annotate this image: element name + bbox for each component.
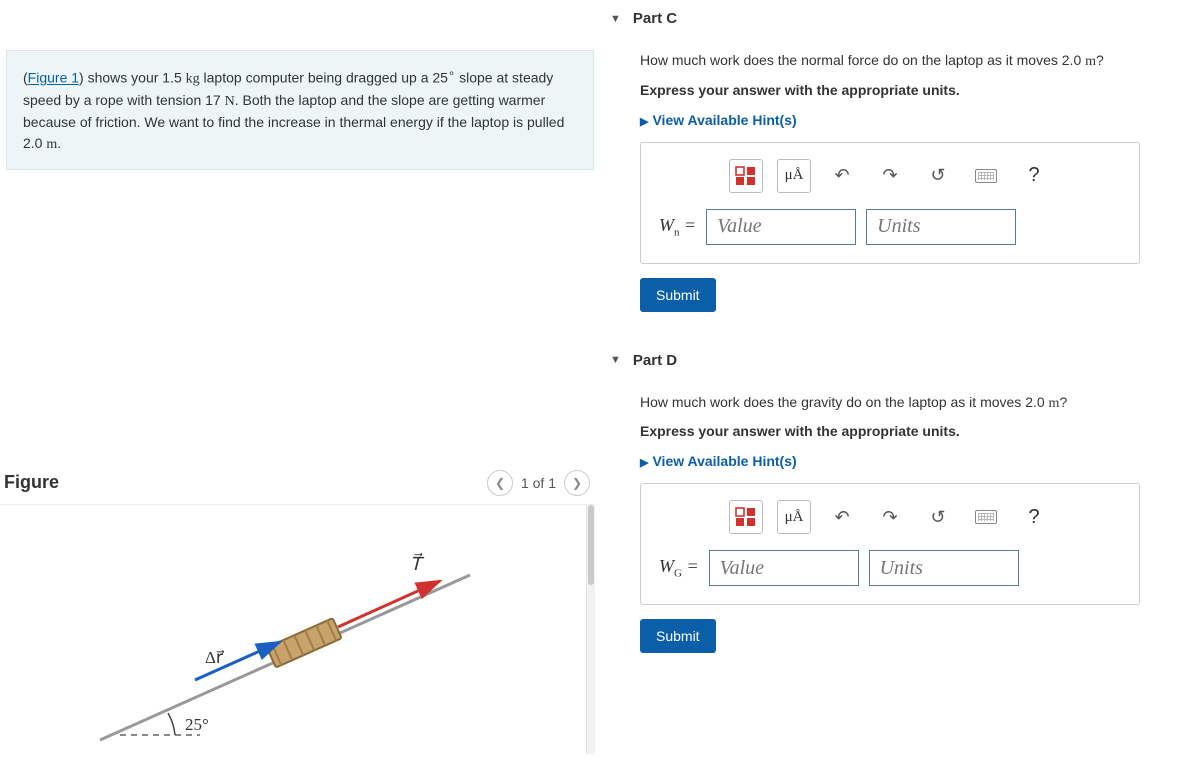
part-c-submit-button[interactable]: Submit bbox=[640, 278, 716, 312]
angle-label: 25° bbox=[185, 715, 209, 734]
undo-button[interactable]: ↶ bbox=[825, 159, 859, 193]
undo-button[interactable]: ↶ bbox=[825, 500, 859, 534]
redo-button[interactable]: ↷ bbox=[873, 159, 907, 193]
figure-title: Figure bbox=[4, 472, 59, 493]
part-d: ▼ Part D How much work does the gravity … bbox=[610, 342, 1180, 654]
templates-button[interactable] bbox=[729, 159, 763, 193]
part-d-value-input[interactable] bbox=[709, 550, 859, 586]
figure-svg: 25° bbox=[0, 505, 580, 755]
part-c-value-input[interactable] bbox=[706, 209, 856, 245]
part-c: ▼ Part C How much work does the normal f… bbox=[610, 0, 1180, 312]
part-c-header[interactable]: ▼ Part C bbox=[610, 0, 1180, 37]
part-d-units-input[interactable] bbox=[869, 550, 1019, 586]
figure-counter: 1 of 1 bbox=[521, 475, 556, 491]
problem-statement: (Figure 1) shows your 1.5 kg laptop comp… bbox=[6, 50, 594, 170]
figure-scrollbar[interactable] bbox=[586, 505, 595, 754]
triangle-right-icon: ▶ bbox=[640, 457, 648, 469]
part-c-question: How much work does the normal force do o… bbox=[640, 51, 1180, 72]
templates-button[interactable] bbox=[729, 500, 763, 534]
figure-prev-button[interactable]: ❮ bbox=[487, 470, 513, 496]
figure-link[interactable]: Figure 1 bbox=[28, 70, 79, 86]
chevron-down-icon: ▼ bbox=[610, 13, 621, 25]
part-d-hints-toggle[interactable]: ▶View Available Hint(s) bbox=[640, 453, 1180, 469]
chevron-down-icon: ▼ bbox=[610, 354, 621, 366]
delta-r-label: Δr⃗ bbox=[205, 648, 225, 667]
keyboard-button[interactable] bbox=[969, 159, 1003, 193]
redo-button[interactable]: ↷ bbox=[873, 500, 907, 534]
help-button[interactable]: ? bbox=[1017, 159, 1051, 193]
part-c-hints-toggle[interactable]: ▶View Available Hint(s) bbox=[640, 112, 1180, 128]
part-c-title: Part C bbox=[633, 10, 677, 27]
part-d-question: How much work does the gravity do on the… bbox=[640, 393, 1180, 414]
keyboard-button[interactable] bbox=[969, 500, 1003, 534]
part-d-instruction: Express your answer with the appropriate… bbox=[640, 423, 1180, 439]
tension-label: T⃗ bbox=[410, 552, 425, 573]
part-d-submit-button[interactable]: Submit bbox=[640, 619, 716, 653]
figure-next-button[interactable]: ❯ bbox=[564, 470, 590, 496]
reset-button[interactable]: ↺ bbox=[921, 159, 955, 193]
units-button[interactable]: μÅ bbox=[777, 500, 811, 534]
part-d-variable: WG = bbox=[659, 556, 699, 580]
part-c-answer-box: μÅ ↶ ↷ ↺ ? Wn = bbox=[640, 142, 1140, 264]
part-d-title: Part D bbox=[633, 352, 677, 369]
reset-button[interactable]: ↺ bbox=[921, 500, 955, 534]
figure-panel: Figure ❮ 1 of 1 ❯ 25° bbox=[0, 470, 600, 754]
part-c-units-input[interactable] bbox=[866, 209, 1016, 245]
triangle-right-icon: ▶ bbox=[640, 116, 648, 128]
part-c-variable: Wn = bbox=[659, 215, 696, 239]
help-button[interactable]: ? bbox=[1017, 500, 1051, 534]
part-d-answer-box: μÅ ↶ ↷ ↺ ? WG = bbox=[640, 483, 1140, 605]
part-d-header[interactable]: ▼ Part D bbox=[610, 342, 1180, 379]
units-button[interactable]: μÅ bbox=[777, 159, 811, 193]
part-c-instruction: Express your answer with the appropriate… bbox=[640, 82, 1180, 98]
